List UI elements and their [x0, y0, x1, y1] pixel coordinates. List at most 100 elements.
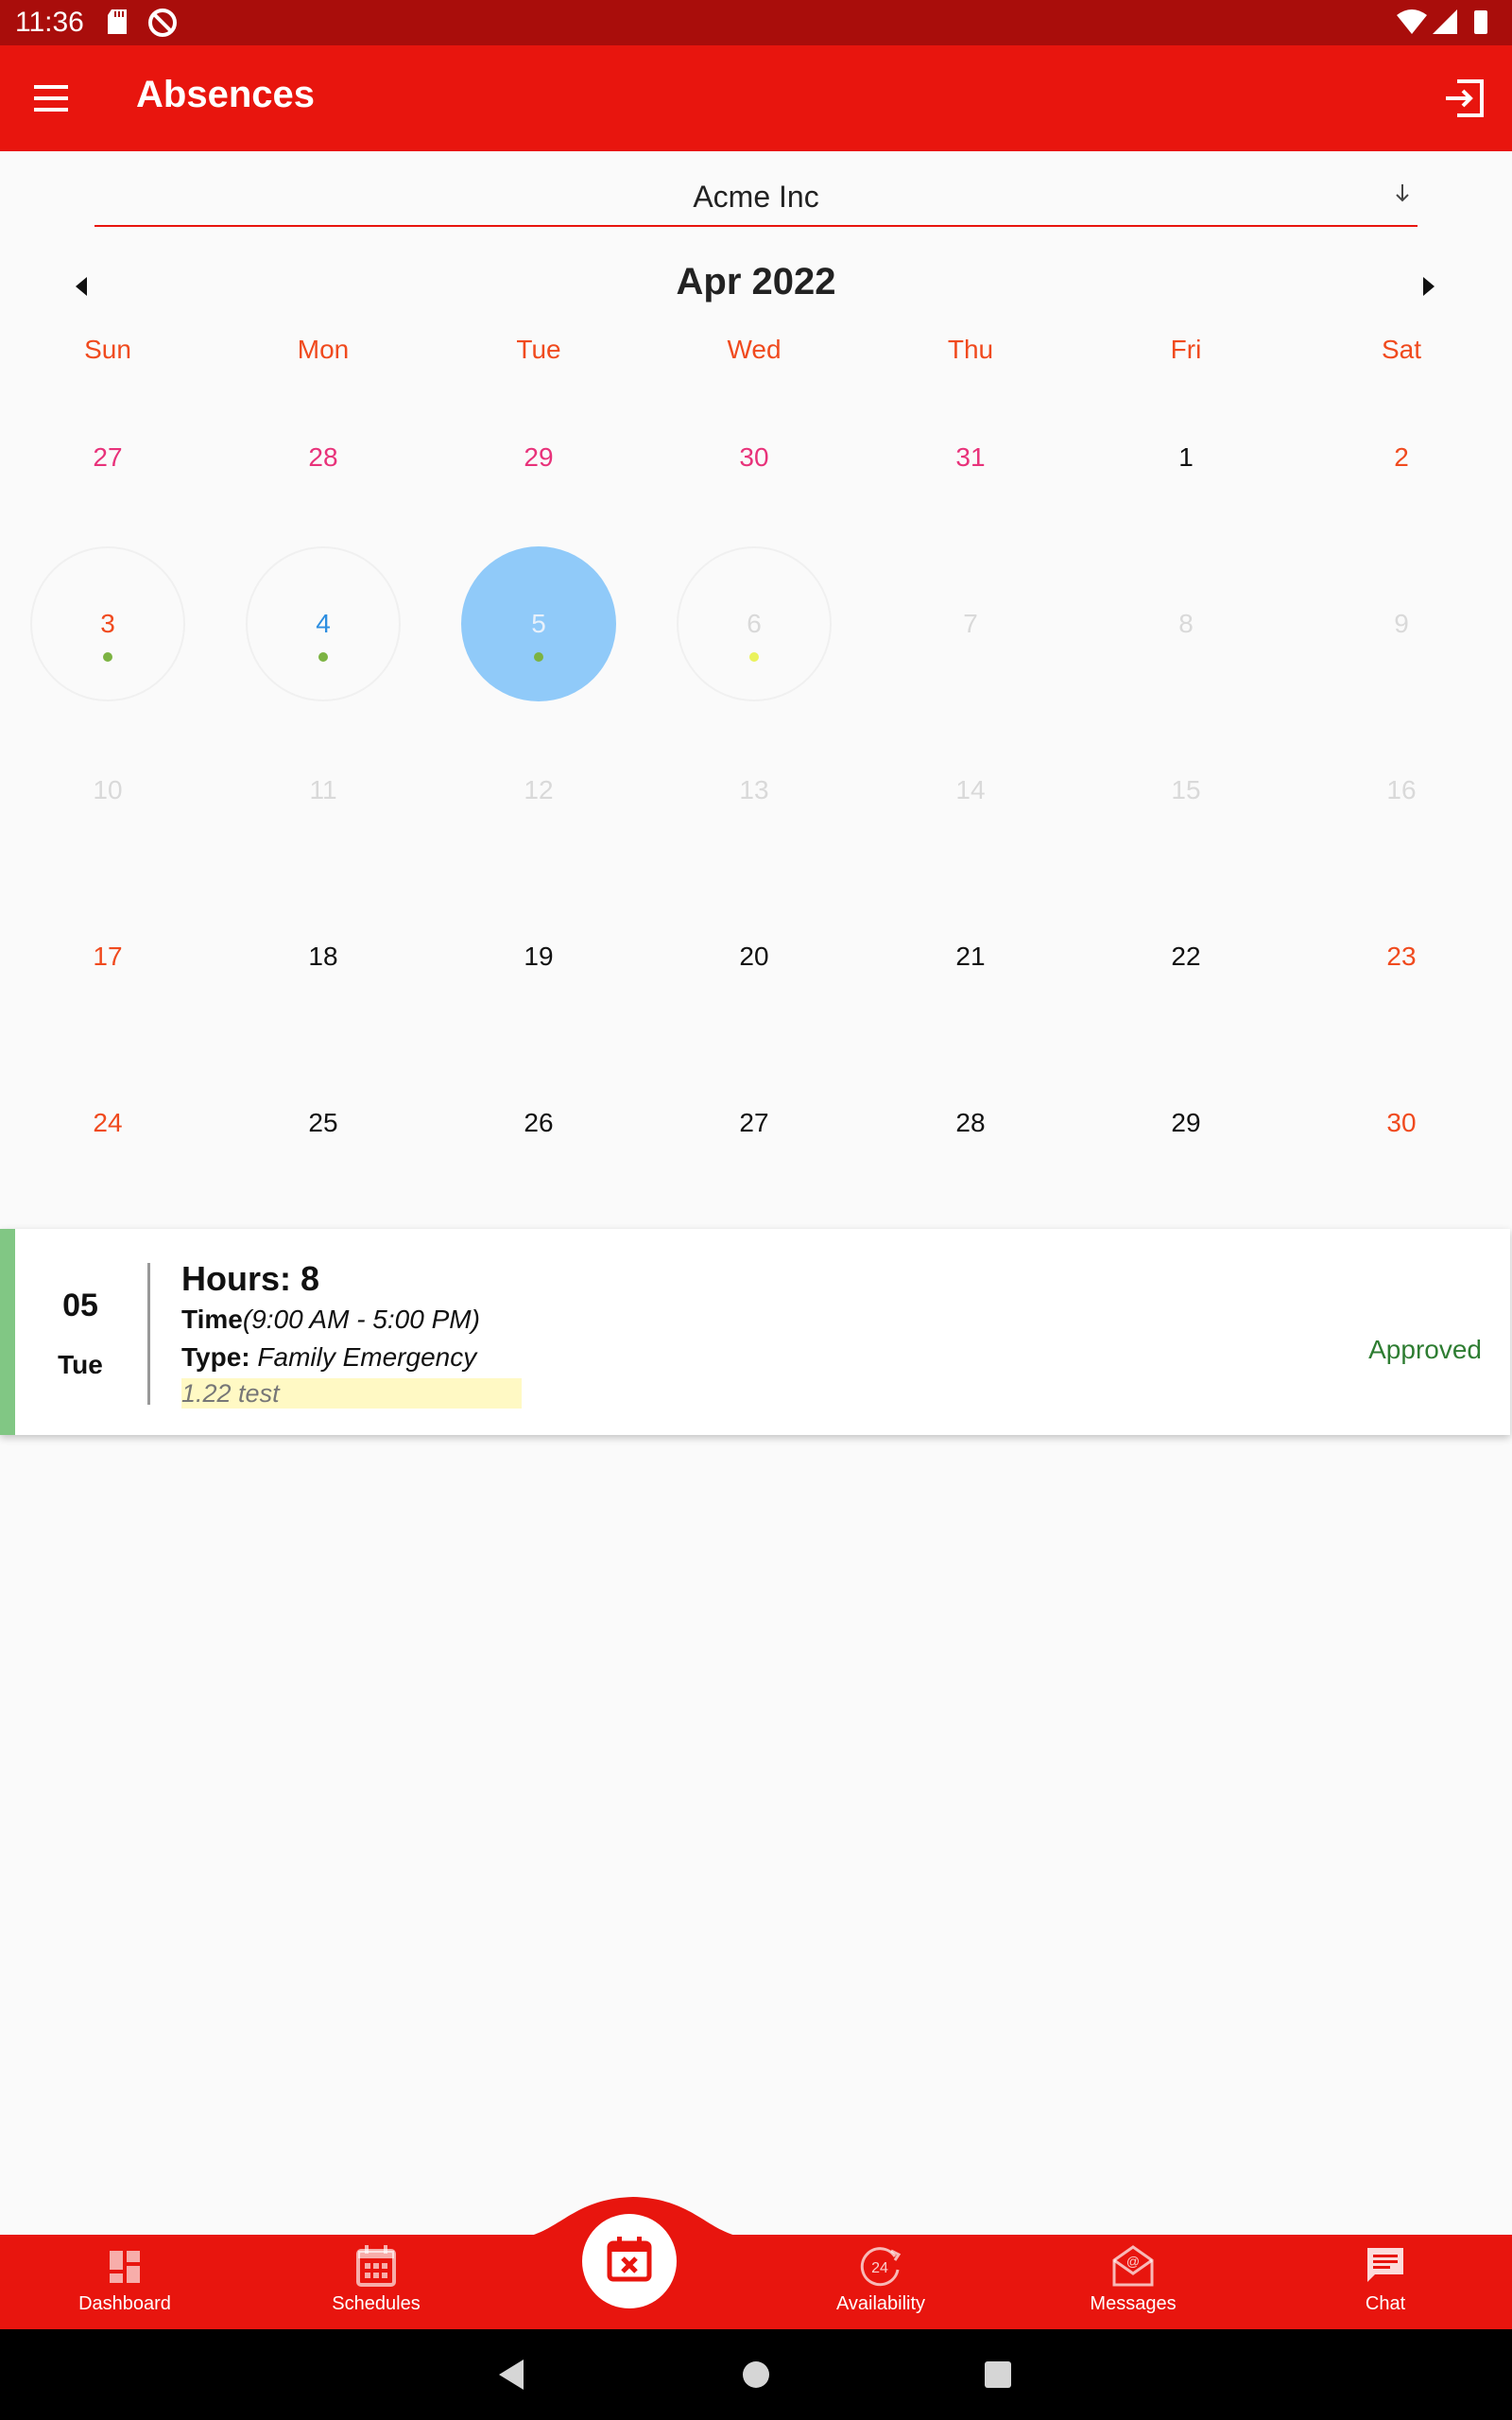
menu-icon[interactable]: [30, 79, 76, 117]
calendar-day[interactable]: 19: [431, 873, 646, 1040]
calendar-day[interactable]: 3: [0, 541, 215, 707]
absences-fab-button[interactable]: [582, 2214, 677, 2308]
calendar-cancel-icon: [607, 2237, 652, 2282]
card-day-name: Tue: [58, 1350, 103, 1379]
absence-marker-dot: [318, 652, 328, 662]
calendar-day-number: 6: [747, 609, 762, 638]
calendar-day[interactable]: 16: [1294, 707, 1509, 873]
nav-dashboard[interactable]: Dashboard: [40, 2242, 210, 2327]
calendar-day[interactable]: 14: [863, 707, 1078, 873]
calendar-day-number: 19: [524, 942, 554, 971]
nav-dashboard-label: Dashboard: [78, 2293, 171, 2314]
nav-availability[interactable]: 24 Availability: [796, 2242, 966, 2327]
calendar-day-number: 7: [963, 609, 978, 638]
calendar-day[interactable]: 31: [863, 374, 1078, 541]
company-select-value: Acme Inc: [693, 180, 819, 214]
logout-icon[interactable]: [1440, 74, 1489, 123]
calendar-day[interactable]: 23: [1294, 873, 1509, 1040]
nav-availability-label: Availability: [835, 2293, 926, 2314]
calendar-day-number: 29: [524, 442, 554, 472]
calendar-day-number: 24: [93, 1108, 123, 1137]
card-status: Approved: [1368, 1335, 1482, 1364]
schedules-icon: [356, 2245, 396, 2287]
availability-24-icon: 24: [860, 2247, 902, 2287]
calendar-day-number: 1: [1178, 442, 1194, 472]
card-day-number: 05: [62, 1288, 98, 1323]
calendar-day[interactable]: 7: [863, 541, 1078, 707]
calendar-day[interactable]: 17: [0, 873, 215, 1040]
calendar-day[interactable]: 30: [646, 374, 862, 541]
card-note: 1.22 test: [181, 1378, 522, 1409]
card-type-value: Family Emergency: [257, 1342, 477, 1372]
calendar-day-number: 14: [955, 775, 986, 804]
page-title: Absences: [136, 74, 315, 115]
recents-icon[interactable]: [983, 2356, 1013, 2394]
calendar-day-number: 18: [308, 942, 338, 971]
weekday-label: Fri: [1170, 335, 1202, 364]
calendar-day[interactable]: 25: [215, 1040, 431, 1206]
calendar-day[interactable]: 8: [1078, 541, 1294, 707]
calendar-day-number: 11: [309, 775, 337, 804]
calendar-day-number: 30: [1386, 1108, 1417, 1137]
nav-messages-label: Messages: [1090, 2293, 1177, 2314]
calendar-day-number: 31: [955, 442, 986, 472]
absence-card[interactable]: 05 Tue Hours: 8 Time(9:00 AM - 5:00 PM) …: [0, 1229, 1510, 1435]
calendar-day[interactable]: 29: [431, 374, 646, 541]
calendar-day[interactable]: 21: [863, 873, 1078, 1040]
calendar-day[interactable]: 12: [431, 707, 646, 873]
system-status-icons: [1397, 9, 1487, 34]
calendar-day[interactable]: 4: [215, 541, 431, 707]
calendar-day[interactable]: 11: [215, 707, 431, 873]
no-disturb-icon: [148, 9, 177, 37]
messages-icon: @: [1112, 2245, 1154, 2287]
calendar-day-number: 3: [100, 609, 115, 638]
next-month-button[interactable]: [1418, 272, 1440, 301]
calendar-day-number: 28: [955, 1108, 986, 1137]
chat-icon: [1367, 2248, 1403, 2282]
company-select[interactable]: Acme Inc: [94, 166, 1418, 227]
calendar-day[interactable]: 6: [646, 541, 862, 707]
calendar-day[interactable]: 9: [1294, 541, 1509, 707]
nav-chat[interactable]: Chat: [1300, 2242, 1470, 2327]
calendar-day[interactable]: 10: [0, 707, 215, 873]
calendar-day[interactable]: 2: [1294, 374, 1509, 541]
nav-messages[interactable]: @ Messages: [1048, 2242, 1218, 2327]
status-strip: [0, 1229, 15, 1435]
calendar-day[interactable]: 28: [863, 1040, 1078, 1206]
calendar-day[interactable]: 26: [431, 1040, 646, 1206]
absence-marker-dot: [534, 652, 543, 662]
back-icon[interactable]: [495, 2356, 527, 2394]
system-navigation-bar: [0, 2329, 1512, 2420]
calendar-day-number: 9: [1394, 609, 1409, 638]
calendar-day[interactable]: 27: [646, 1040, 862, 1206]
calendar-day-number: 2: [1394, 442, 1409, 472]
calendar-day[interactable]: 20: [646, 873, 862, 1040]
calendar-day[interactable]: 30: [1294, 1040, 1509, 1206]
weekday-label: Wed: [727, 335, 782, 364]
calendar-day[interactable]: 13: [646, 707, 862, 873]
calendar-day[interactable]: 29: [1078, 1040, 1294, 1206]
calendar-day[interactable]: 24: [0, 1040, 215, 1206]
calendar-day[interactable]: 22: [1078, 873, 1294, 1040]
calendar-day-number: 20: [739, 942, 769, 971]
card-divider: [147, 1263, 150, 1405]
calendar-day-selected[interactable]: 5: [431, 541, 646, 707]
weekday-label: Mon: [297, 335, 350, 364]
calendar-day[interactable]: 27: [0, 374, 215, 541]
home-icon[interactable]: [741, 2356, 771, 2394]
calendar-day-number: 8: [1178, 609, 1194, 638]
calendar-day-number: 26: [524, 1108, 554, 1137]
calendar-day-number: 27: [93, 442, 123, 472]
card-type-label: Type:: [181, 1342, 250, 1372]
calendar-day-number: 28: [308, 442, 338, 472]
calendar-day[interactable]: 28: [215, 374, 431, 541]
calendar-day[interactable]: 15: [1078, 707, 1294, 873]
calendar-day[interactable]: 1: [1078, 374, 1294, 541]
calendar-day-number: 16: [1386, 775, 1417, 804]
nav-schedules[interactable]: Schedules: [291, 2242, 461, 2327]
calendar-day[interactable]: 18: [215, 873, 431, 1040]
card-hours: Hours: 8: [181, 1259, 320, 1298]
calendar-day-number: 23: [1386, 942, 1417, 971]
arrow-down-icon: [1396, 184, 1409, 202]
weekday-label: Sat: [1381, 335, 1422, 364]
